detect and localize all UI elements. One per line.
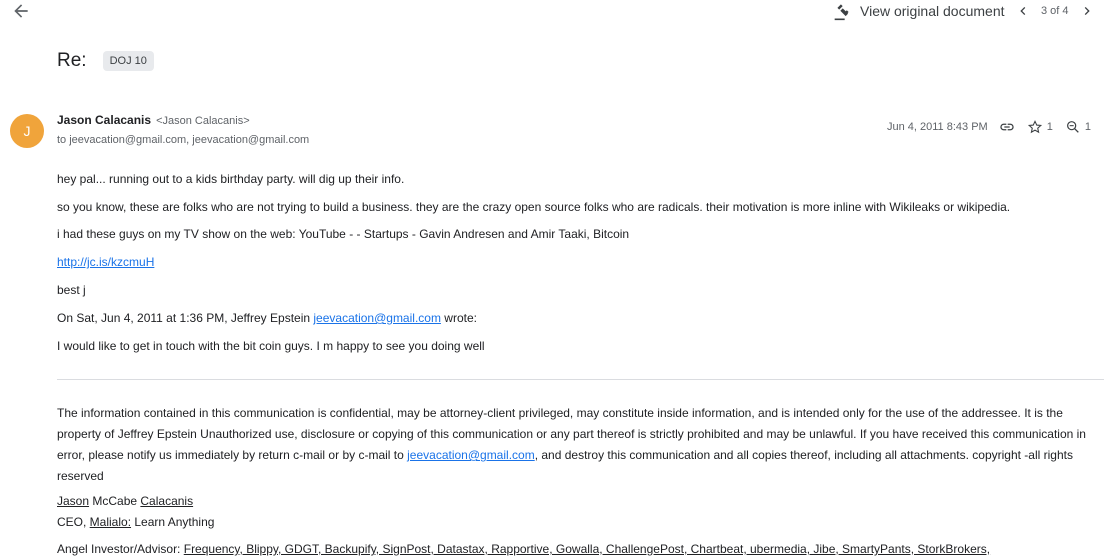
signature-last: Calacanis xyxy=(140,494,194,508)
quote-suffix: wrote: xyxy=(440,311,477,325)
body-line-3: i had these guys on my TV show on the we… xyxy=(57,227,630,241)
signature-tagline: Learn Anything xyxy=(131,515,215,529)
back-arrow-icon[interactable] xyxy=(10,1,32,21)
body-link-line: http://jc.is/kzcmuH xyxy=(57,255,154,269)
signature-name: Jason McCabe Calacanis xyxy=(57,494,193,508)
zoom-count: 1 xyxy=(1084,121,1091,133)
quote-prefix: On Sat, Jun 4, 2011 at 1:36 PM, Jeffrey … xyxy=(57,311,314,325)
divider xyxy=(57,379,1104,380)
chevron-left-icon[interactable] xyxy=(1015,3,1031,19)
signature-ceo-prefix: CEO, xyxy=(57,515,90,529)
star-count: 1 xyxy=(1046,121,1053,133)
disclaimer-email-link[interactable]: jeevacation@gmail.com xyxy=(407,448,535,462)
page-indicator: 3 of 4 xyxy=(1041,5,1069,17)
signature-middle: McCabe xyxy=(89,494,141,508)
avatar[interactable]: J xyxy=(10,114,44,148)
link-icon[interactable] xyxy=(999,119,1015,135)
body-signoff: best j xyxy=(57,283,86,297)
message-date: Jun 4, 2011 8:43 PM xyxy=(887,121,988,133)
view-original-document-button[interactable]: View original document xyxy=(833,1,1005,21)
label-chip[interactable]: DOJ 10 xyxy=(102,51,154,71)
star-icon[interactable] xyxy=(1027,119,1043,135)
signature-company: Malialo: xyxy=(89,515,132,529)
sender-name[interactable]: Jason Calacanis xyxy=(57,113,151,127)
investor-prefix: Angel Investor/Advisor: xyxy=(57,542,184,556)
chevron-right-icon[interactable] xyxy=(1079,3,1095,19)
message-meta: Jun 4, 2011 8:43 PM 1 1 xyxy=(887,119,1091,135)
body-line-2: so you know, these are folks who are not… xyxy=(57,200,1011,214)
zoom-icon[interactable] xyxy=(1065,119,1081,135)
quote-text: I would like to get in touch with the bi… xyxy=(57,339,485,353)
sender-line: Jason Calacanis <Jason Calacanis> xyxy=(57,113,250,127)
quote-email-link[interactable]: jeevacation@gmail.com xyxy=(313,311,441,325)
youtube-link[interactable]: http://jc.is/kzcmuH xyxy=(57,255,154,269)
view-original-document-label: View original document xyxy=(860,3,1005,19)
investment-list: Frequency, Blippy, GDGT, Backupify, Sign… xyxy=(183,542,991,556)
disclaimer: The information contained in this commun… xyxy=(57,403,1107,487)
email-subject: Re: xyxy=(57,50,87,71)
pager: 3 of 4 xyxy=(1015,1,1095,21)
subject-row: Re: DOJ 10 xyxy=(57,50,154,72)
signature-investments: Angel Investor/Advisor: Frequency, Blipp… xyxy=(57,542,990,556)
sender-email: <Jason Calacanis> xyxy=(156,115,250,127)
signature-title: CEO, Malialo: Learn Anything xyxy=(57,515,214,529)
body-line-1: hey pal... running out to a kids birthda… xyxy=(57,172,405,186)
recipients: to jeevacation@gmail.com, jeevacation@gm… xyxy=(57,134,310,146)
quote-header: On Sat, Jun 4, 2011 at 1:36 PM, Jeffrey … xyxy=(57,311,477,325)
signature-first: Jason xyxy=(57,494,90,508)
gavel-icon xyxy=(834,4,849,21)
toolbar: View original document 3 of 4 xyxy=(0,0,1109,24)
